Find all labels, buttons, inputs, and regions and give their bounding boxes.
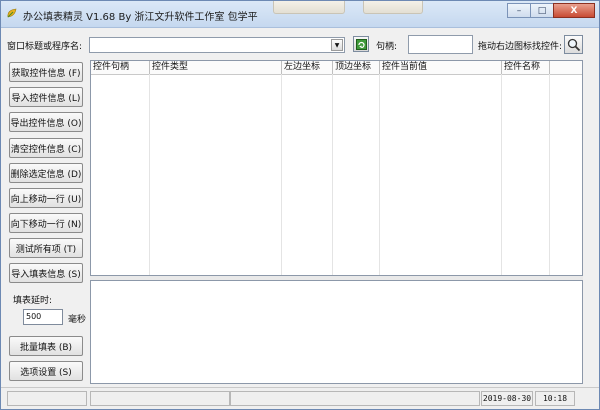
status-bar: 2019-08-30 10:18: [1, 387, 599, 409]
window-controls: – □ X: [507, 3, 595, 19]
column-header-top[interactable]: 顶边坐标: [333, 61, 380, 74]
chevron-down-icon[interactable]: ▼: [331, 39, 343, 51]
main-window: 办公填表精灵 V1.68 By 浙江文升软件工作室 包学平 – □ X 窗口标题…: [0, 0, 600, 410]
drag-finder-label: 拖动右边图标找控件:: [478, 42, 563, 52]
minimize-button[interactable]: –: [507, 3, 531, 18]
delay-unit-label: 毫秒: [68, 315, 87, 325]
import-control-info-button[interactable]: 导入控件信息 (L): [9, 87, 83, 107]
table-header: 控件句柄 控件类型 左边坐标 顶边坐标 控件当前值 控件名称: [91, 61, 582, 75]
column-divider: [149, 74, 150, 275]
get-control-info-button[interactable]: 获取控件信息 (F): [9, 62, 83, 82]
column-divider: [332, 74, 333, 275]
background-tab: [273, 1, 345, 14]
column-header-name[interactable]: 控件名称: [502, 61, 550, 74]
column-divider: [501, 74, 502, 275]
test-all-button[interactable]: 测试所有项 (T): [9, 238, 83, 258]
search-row: 窗口标题或程序名: ▼ 句柄: 拖动右边图标找控件:: [1, 35, 599, 57]
clear-control-info-button[interactable]: 清空控件信息 (C): [9, 138, 83, 158]
status-pane: [230, 391, 480, 406]
refresh-button[interactable]: [353, 36, 369, 52]
column-divider: [549, 74, 550, 275]
magnifier-icon: [567, 38, 580, 51]
status-date: 2019-08-30: [481, 391, 533, 406]
window-title-combo[interactable]: ▼: [89, 37, 345, 53]
control-finder-button[interactable]: [564, 35, 583, 54]
delete-selected-button[interactable]: 删除选定信息 (D): [9, 163, 83, 183]
move-up-button[interactable]: 向上移动一行 (U): [9, 188, 83, 208]
move-down-button[interactable]: 向下移动一行 (N): [9, 213, 83, 233]
maximize-button[interactable]: □: [530, 3, 554, 18]
control-info-table[interactable]: 控件句柄 控件类型 左边坐标 顶边坐标 控件当前值 控件名称: [90, 60, 583, 276]
import-fill-info-button[interactable]: 导入填表信息 (S): [9, 263, 83, 283]
export-control-info-button[interactable]: 导出控件信息 (O): [9, 112, 83, 132]
column-header-left[interactable]: 左边坐标: [282, 61, 333, 74]
fill-delay-label: 填表延时:: [13, 296, 53, 306]
column-header-value[interactable]: 控件当前值: [380, 61, 502, 74]
title-bar[interactable]: 办公填表精灵 V1.68 By 浙江文升软件工作室 包学平 – □ X: [1, 1, 599, 28]
handle-label: 句柄:: [376, 42, 398, 52]
handle-input[interactable]: [408, 35, 473, 54]
status-time: 10:18: [535, 391, 575, 406]
refresh-icon: [355, 38, 367, 50]
fill-delay-input[interactable]: 500: [23, 309, 63, 325]
window-title: 办公填表精灵 V1.68 By 浙江文升软件工作室 包学平: [23, 12, 258, 23]
status-pane: [90, 391, 230, 406]
column-divider: [281, 74, 282, 275]
app-leaf-icon: [7, 8, 17, 18]
column-divider: [379, 74, 380, 275]
fill-delay-value: 500: [26, 312, 42, 321]
options-button[interactable]: 选项设置 (S): [9, 361, 83, 381]
background-tab: [363, 1, 423, 14]
output-panel[interactable]: [90, 280, 583, 384]
window-title-label: 窗口标题或程序名:: [7, 42, 83, 52]
close-button[interactable]: X: [553, 3, 595, 18]
column-header-type[interactable]: 控件类型: [150, 61, 282, 74]
batch-fill-button[interactable]: 批量填表 (B): [9, 336, 83, 356]
column-header-handle[interactable]: 控件句柄: [91, 61, 150, 74]
status-pane: [7, 391, 87, 406]
